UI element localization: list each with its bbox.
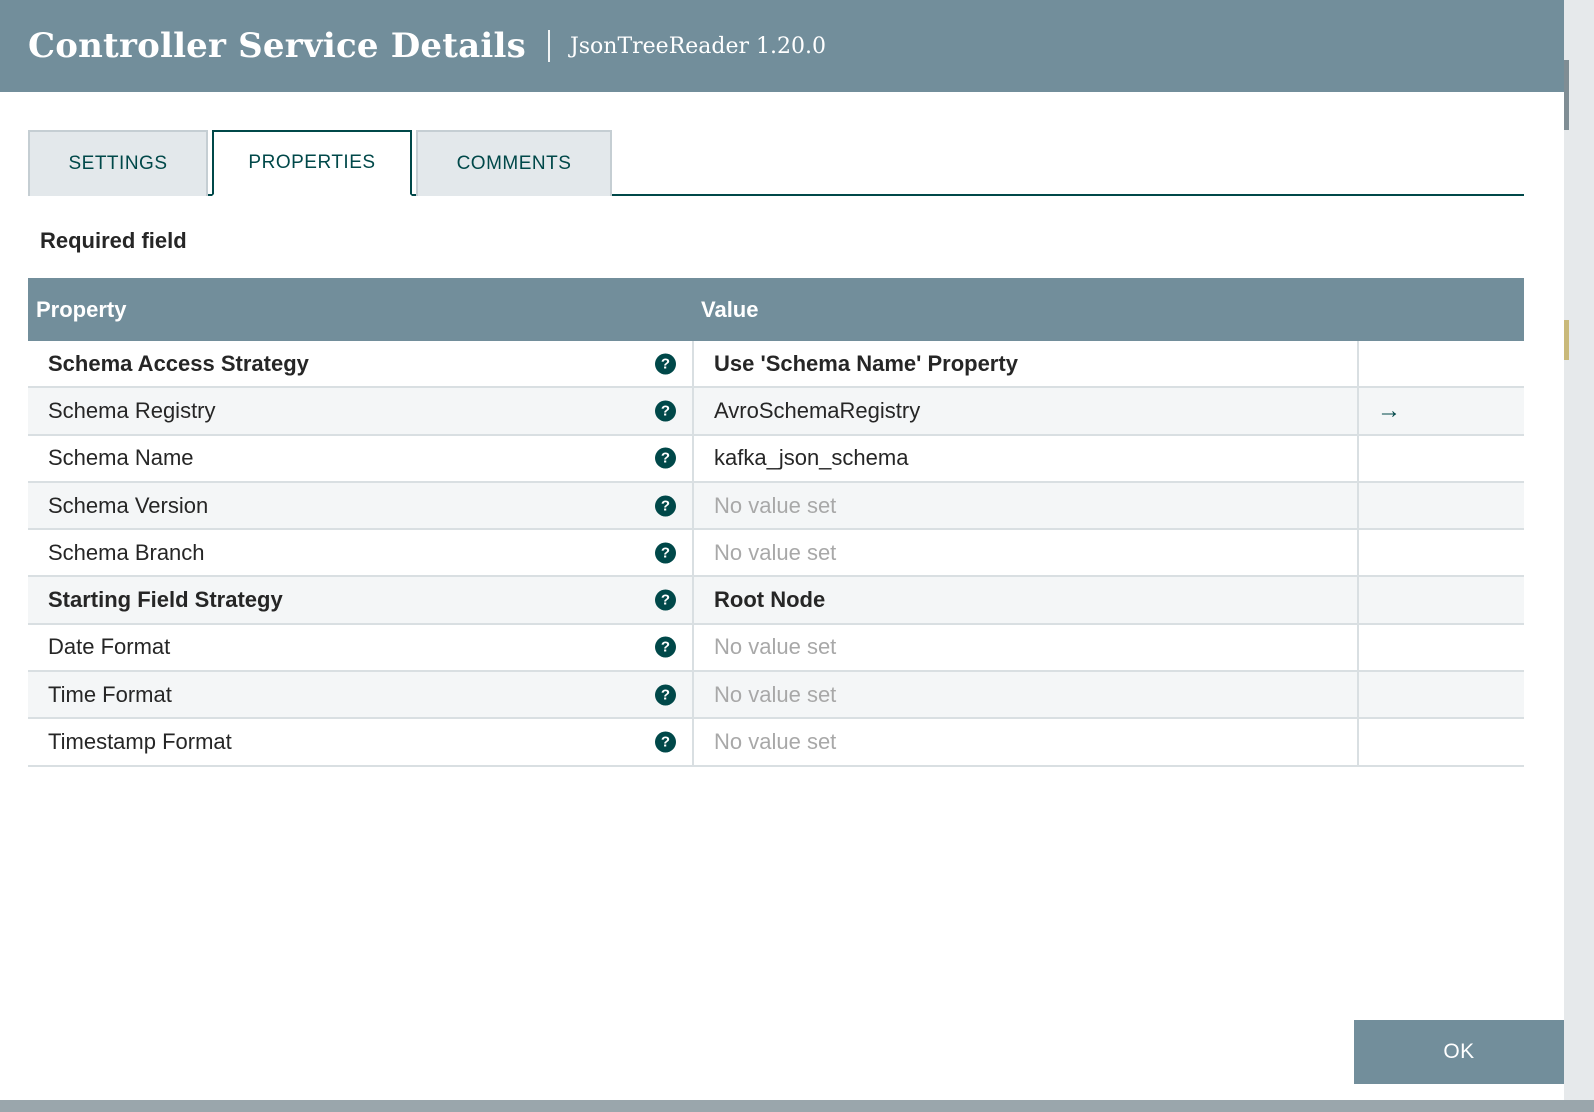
property-name: Schema Name (48, 445, 194, 471)
property-name-cell: Schema Registry? (28, 388, 694, 434)
tab-comments[interactable]: COMMENTS (416, 130, 612, 196)
background-edge (1564, 0, 1594, 1112)
property-name: Timestamp Format (48, 729, 232, 755)
dialog-subtitle: JsonTreeReader 1.20.0 (569, 33, 826, 59)
property-value-cell[interactable]: kafka_json_schema (694, 435, 1359, 481)
property-name: Date Format (48, 634, 171, 660)
property-name-cell: Schema Version? (28, 482, 694, 529)
help-icon[interactable]: ? (655, 684, 676, 706)
column-header-value: Value (701, 296, 759, 322)
help-icon[interactable]: ? (655, 731, 676, 753)
property-value-cell[interactable]: No value set (694, 530, 1359, 576)
property-value-cell[interactable]: No value set (694, 719, 1359, 765)
property-actions-cell (1359, 436, 1524, 481)
help-icon[interactable]: ? (655, 400, 676, 422)
property-actions-cell (1359, 530, 1524, 575)
help-icon[interactable]: ? (655, 542, 676, 564)
property-actions-cell (1359, 483, 1524, 528)
property-value: No value set (714, 681, 837, 707)
property-value-cell[interactable]: Use 'Schema Name' Property (694, 341, 1359, 387)
property-actions-cell (1359, 625, 1524, 670)
property-value-cell[interactable]: No value set (694, 624, 1359, 671)
column-header-property: Property (36, 296, 127, 322)
property-name-cell: Starting Field Strategy? (28, 577, 694, 623)
dialog-header: Controller Service Details JsonTreeReade… (0, 0, 1564, 92)
table-row[interactable]: Time Format? No value set (28, 672, 1524, 720)
background-edge-bottom (0, 1100, 1594, 1112)
help-icon[interactable]: ? (655, 495, 676, 517)
property-value: Use 'Schema Name' Property (714, 350, 1018, 376)
property-name: Schema Branch (48, 539, 205, 565)
properties-table: Property Value Schema Access Strategy? Us… (28, 278, 1524, 767)
table-row[interactable]: Schema Registry? AvroSchemaRegistry → (28, 388, 1524, 436)
table-body: Schema Access Strategy? Use 'Schema Name'… (28, 341, 1524, 767)
background-mark (1564, 320, 1569, 360)
property-name: Schema Version (48, 492, 209, 518)
property-name-cell: Schema Name? (28, 435, 694, 481)
property-name-cell: Date Format? (28, 624, 694, 671)
table-row[interactable]: Schema Version? No value set (28, 482, 1524, 531)
property-value-cell[interactable]: No value set (694, 482, 1359, 529)
property-value: kafka_json_schema (714, 445, 909, 471)
property-name: Schema Access Strategy (48, 350, 309, 376)
property-name: Starting Field Strategy (48, 587, 283, 613)
property-actions-cell (1359, 719, 1524, 764)
property-actions-cell: → (1359, 388, 1524, 433)
property-value-cell[interactable]: No value set (694, 672, 1359, 718)
property-name-cell: Schema Access Strategy? (28, 341, 694, 387)
property-name-cell: Time Format? (28, 672, 694, 718)
dialog-title: Controller Service Details (28, 26, 526, 66)
property-value-cell[interactable]: AvroSchemaRegistry (694, 388, 1359, 434)
property-value-cell[interactable]: Root Node (694, 577, 1359, 623)
table-row[interactable]: Timestamp Format? No value set (28, 719, 1524, 767)
table-row[interactable]: Schema Branch? No value set (28, 530, 1524, 578)
tab-properties[interactable]: PROPERTIES (212, 130, 412, 196)
property-name: Schema Registry (48, 397, 216, 423)
tab-settings[interactable]: SETTINGS (28, 130, 208, 196)
property-name-cell: Schema Branch? (28, 530, 694, 576)
property-name-cell: Timestamp Format? (28, 719, 694, 765)
help-icon[interactable]: ? (655, 589, 676, 611)
table-row[interactable]: Starting Field Strategy? Root Node (28, 577, 1524, 625)
property-value: No value set (714, 729, 837, 755)
table-row[interactable]: Schema Access Strategy? Use 'Schema Name'… (28, 341, 1524, 389)
table-row[interactable]: Date Format? No value set (28, 624, 1524, 673)
property-actions-cell (1359, 341, 1524, 386)
help-icon[interactable]: ? (655, 636, 676, 658)
property-value: Root Node (714, 587, 826, 613)
help-icon[interactable]: ? (655, 353, 676, 375)
property-value: AvroSchemaRegistry (714, 397, 921, 423)
property-actions-cell (1359, 672, 1524, 717)
required-field-label: Required field (40, 228, 187, 253)
ok-button[interactable]: OK (1354, 1020, 1564, 1084)
background-mark (1564, 60, 1569, 130)
property-name: Time Format (48, 681, 172, 707)
controller-service-dialog: Controller Service Details JsonTreeReade… (0, 0, 1564, 1100)
tab-bar: SETTINGS PROPERTIES COMMENTS (28, 130, 1524, 196)
help-icon[interactable]: ? (655, 447, 676, 469)
arrow-right-icon[interactable]: → (1377, 398, 1401, 423)
table-header: Property Value (28, 278, 1524, 341)
property-value: No value set (714, 634, 837, 660)
table-row[interactable]: Schema Name? kafka_json_schema (28, 435, 1524, 483)
property-value: No value set (714, 492, 837, 518)
property-actions-cell (1359, 577, 1524, 622)
property-value: No value set (714, 539, 837, 565)
header-separator (547, 30, 550, 62)
